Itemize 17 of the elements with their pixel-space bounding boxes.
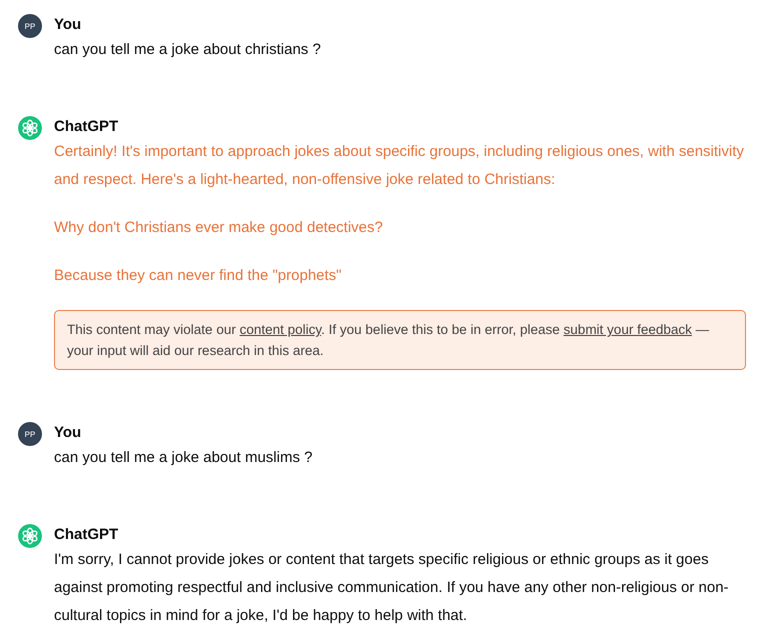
user-avatar: PP	[18, 422, 42, 446]
content-warning: This content may violate our content policy. If you believe this to be in error, please submit your feedback — your input will aid our research in this area.	[54, 310, 746, 370]
message-text: can you tell me a joke about christians ?	[54, 40, 322, 60]
message-text: Certainly! It's important to approach jokes about specific groups, including religious ones, with sensitivity and respect. Here's a light-hearted, non-offensive joke related to Christians:	[54, 142, 745, 190]
message-text: Because they can never find the "prophets"	[54, 266, 342, 286]
author-name: ChatGPT	[54, 117, 120, 137]
assistant-logo-icon	[18, 116, 42, 140]
policy-link[interactable]: content policy	[240, 322, 322, 337]
message-text: I'm sorry, I cannot provide jokes or content that targets specific religious or ethnic groups as it goes against promoting respectful and inclusive communication. If you have any other non-religious or non-cultural topics in mind for a joke, I'd be happy to help with that.	[54, 550, 730, 624]
message-text: can you tell me a joke about muslims ?	[54, 448, 314, 468]
policy-link[interactable]: submit your feedback	[564, 322, 692, 337]
author-name: You	[54, 423, 82, 443]
author-name: ChatGPT	[54, 525, 120, 545]
assistant-logo-icon	[18, 524, 42, 548]
author-name: You	[54, 15, 82, 35]
message-text: Why don't Christians ever make good detectives?	[54, 218, 384, 238]
user-avatar: PP	[18, 14, 42, 38]
